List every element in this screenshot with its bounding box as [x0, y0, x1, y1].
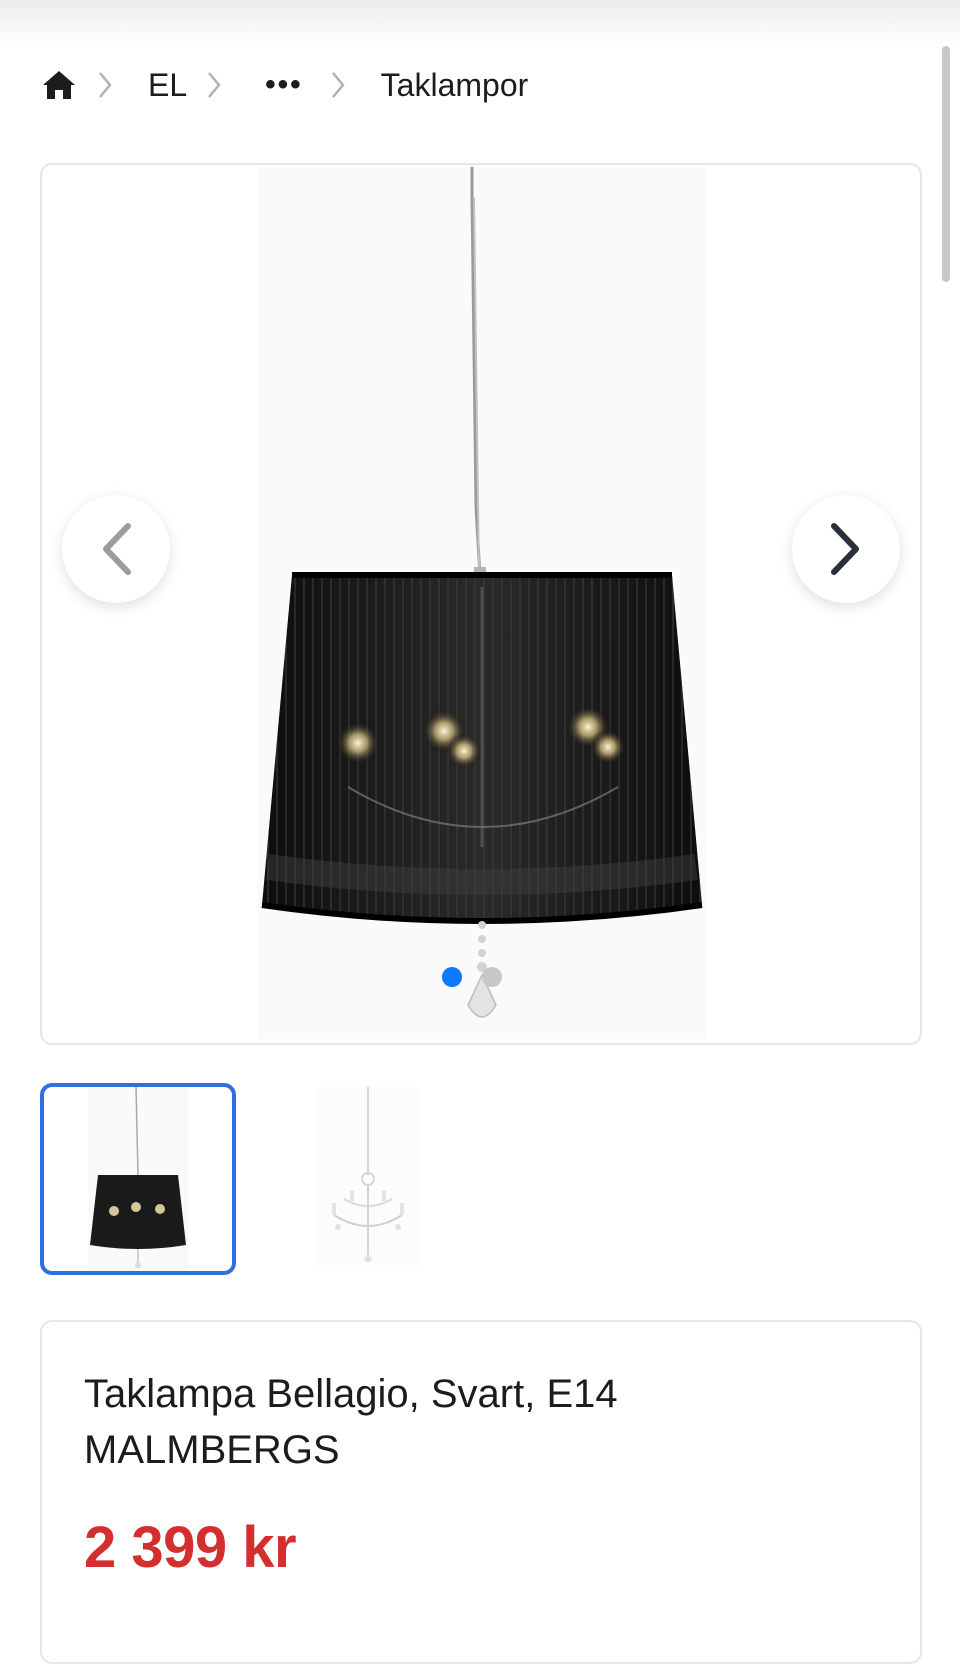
chevron-right-icon [207, 68, 229, 102]
thumbnail-2[interactable] [270, 1083, 466, 1275]
gallery-next-button[interactable] [792, 495, 900, 603]
breadcrumb-more-button[interactable]: ••• [257, 68, 311, 102]
home-icon[interactable] [40, 66, 78, 104]
product-title-line-1: Taklampa Bellagio, Svart, E14 [84, 1372, 618, 1416]
product-price: 2 399 kr [84, 1515, 297, 1580]
scrollbar[interactable] [942, 46, 950, 282]
chevron-right-icon [831, 523, 859, 575]
thumbnail-1[interactable] [40, 1083, 236, 1275]
pagination-dot-1[interactable] [442, 967, 462, 987]
thumbnail-image-black-shade [88, 1087, 188, 1271]
breadcrumb-item-el[interactable]: EL [148, 67, 187, 104]
chevron-right-icon [331, 68, 353, 102]
pagination-dot-2[interactable] [482, 967, 502, 987]
breadcrumb-item-current: Taklampor [380, 66, 529, 103]
breadcrumb: EL ••• Taklampor [40, 60, 528, 110]
chevron-left-icon [103, 523, 131, 575]
top-bar-shade [0, 0, 960, 46]
thumbnail-image-chandelier [318, 1087, 418, 1271]
chevron-right-icon [98, 68, 120, 102]
gallery-pagination [442, 967, 502, 987]
product-title-line-2: MALMBERGS [84, 1428, 340, 1472]
gallery-prev-button[interactable] [62, 495, 170, 603]
product-image [258, 167, 706, 1039]
product-info-card: Taklampa Bellagio, Svart, E14 MALMBERGS … [40, 1320, 922, 1664]
product-gallery[interactable] [40, 163, 922, 1045]
product-title: Taklampa Bellagio, Svart, E14 MALMBERGS [84, 1366, 864, 1478]
